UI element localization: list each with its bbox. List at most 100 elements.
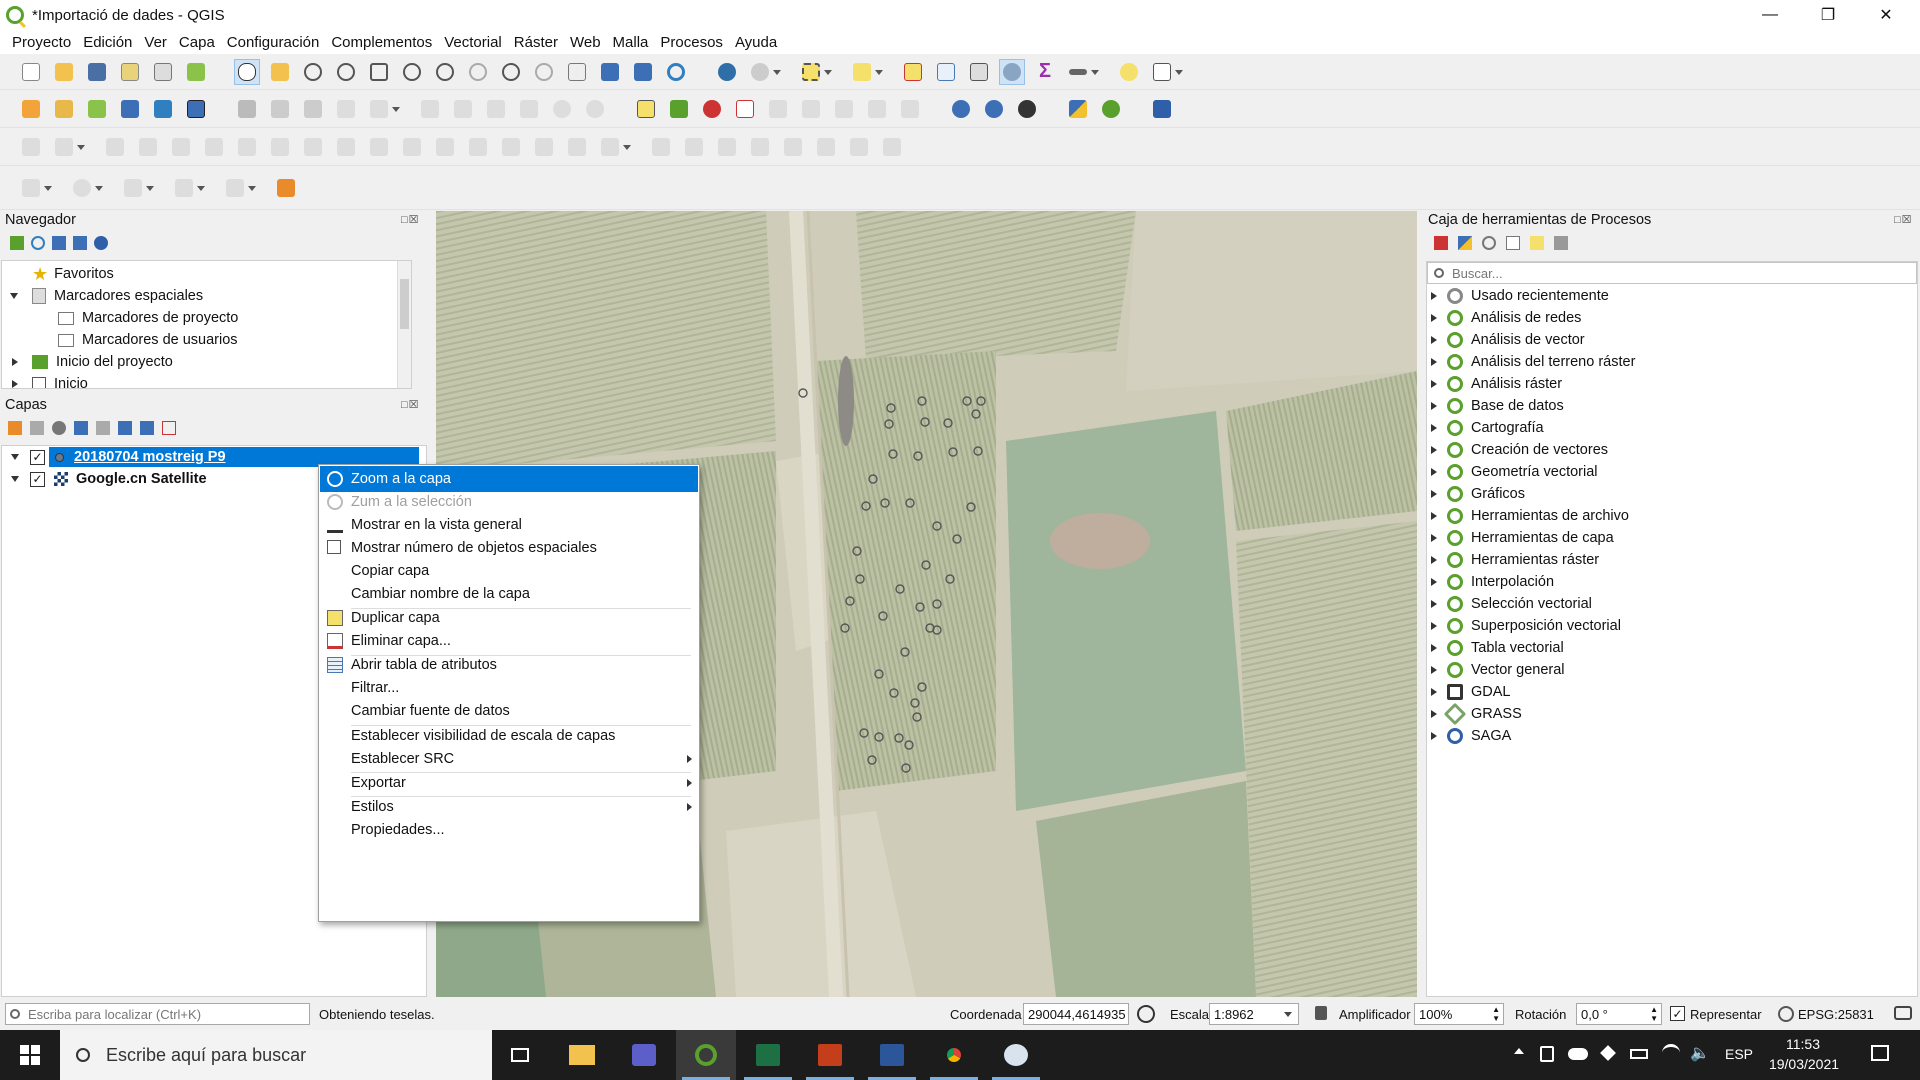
expand-arrow-icon[interactable] [1431,644,1437,652]
digitize-icon-18[interactable] [597,134,631,160]
proc-item[interactable]: Análisis de redes [1431,307,1581,329]
proc-item-gdal[interactable]: GDAL [1431,681,1511,703]
digitize-icon-17[interactable] [564,134,590,160]
navigator-dock-buttons[interactable]: □☒ [401,213,420,226]
menu-vectorial[interactable]: Vectorial [438,34,508,51]
tree-item-user-bookmarks[interactable]: Marcadores de usuarios [58,329,238,351]
coordinate-field[interactable]: 290044,4614935 [1023,1003,1129,1025]
menu-item-export[interactable]: Exportar [320,770,698,796]
add-feature-icon[interactable] [333,96,359,122]
attribute-table-icon[interactable] [933,59,959,85]
crs-label[interactable]: EPSG:25831 [1798,1007,1874,1022]
help-icon[interactable] [1149,96,1175,122]
text-annotation-icon[interactable] [1149,59,1183,85]
tree-item-spatial-bookmarks[interactable]: Marcadores espaciales [10,285,203,307]
qgis-taskbar-icon[interactable] [676,1030,736,1080]
add-vector-icon[interactable] [84,96,110,122]
excel-icon[interactable] [738,1030,798,1080]
filter-expression-icon[interactable] [96,421,110,435]
label-properties-icon[interactable] [897,96,923,122]
digitize-icon-22[interactable] [747,134,773,160]
clock-time[interactable]: 11:53 [1772,1036,1834,1052]
save-edits-icon[interactable] [300,96,326,122]
visibility-icon[interactable] [52,421,66,435]
locator-search-input[interactable]: Escriba para localizar (Ctrl+K) [5,1003,310,1025]
digitize-icon-21[interactable] [714,134,740,160]
tree-item-favorites[interactable]: ★ Favoritos [32,263,114,285]
restore-button[interactable]: ❐ [1800,0,1856,30]
save-project-icon[interactable] [84,59,110,85]
proc-item[interactable]: Cartografía [1431,417,1544,439]
style-panel-icon[interactable] [8,421,22,435]
crs-globe-icon[interactable] [1778,1006,1794,1022]
zoom-last-icon[interactable] [498,59,524,85]
delete-selected-icon[interactable] [417,96,443,122]
select-features-icon[interactable] [798,59,832,85]
rotation-spinbox[interactable]: 0,0 ° ▲ ▼ [1576,1003,1662,1025]
processing-toolbox-icon[interactable] [999,58,1025,85]
menu-procesos[interactable]: Procesos [654,34,729,51]
expand-arrow-icon[interactable] [1431,336,1437,344]
processing-search-input[interactable]: Buscar... [1427,262,1917,284]
proc-item[interactable]: Análisis de vector [1431,329,1585,351]
refresh-icon[interactable] [663,59,689,85]
taskbar-search-input[interactable]: Escribe aquí para buscar [60,1030,492,1080]
redo-icon[interactable] [582,96,608,122]
digitize-icon-3[interactable] [102,134,128,160]
digitize-icon-19[interactable] [648,134,674,160]
expand-arrow-icon[interactable] [1431,292,1437,300]
measure-icon[interactable] [1065,59,1099,85]
proc-item[interactable]: Gráficos [1431,483,1525,505]
copy-features-icon[interactable] [483,96,509,122]
mouse-coordinate-toggle-icon[interactable] [1137,1005,1155,1023]
menu-item-set-crs[interactable]: Establecer SRC [320,746,698,772]
teams-icon[interactable] [614,1030,674,1080]
expand-arrow-icon[interactable] [1431,688,1437,696]
add-virtual-layer-icon[interactable] [183,96,209,122]
expand-arrow-icon[interactable] [11,476,19,482]
shape-tool-icon-5[interactable] [222,175,256,201]
menu-item-change-data-source[interactable]: Cambiar fuente de datos [320,698,698,724]
actions-icon[interactable] [747,59,781,85]
onedrive-icon[interactable] [1568,1048,1588,1060]
models-icon[interactable] [1434,236,1448,250]
dropbox-icon[interactable] [1600,1045,1616,1061]
digitize-icon-13[interactable] [432,134,458,160]
file-explorer-icon[interactable] [552,1030,612,1080]
proc-item[interactable]: Creación de vectores [1431,439,1608,461]
expand-all-icon[interactable] [118,421,132,435]
proc-item[interactable]: Superposición vectorial [1431,615,1621,637]
task-view-icon[interactable] [490,1030,550,1080]
digitize-icon-25[interactable] [846,134,872,160]
change-label-icon[interactable] [831,96,857,122]
scripts-icon[interactable] [1458,236,1472,250]
shape-tool-icon-4[interactable] [171,175,205,201]
digitize-icon-20[interactable] [681,134,707,160]
expand-arrow-icon[interactable] [12,358,18,366]
data-source-manager-icon[interactable] [18,96,44,122]
start-button[interactable] [0,1030,60,1080]
metasearch-icon[interactable] [948,96,974,122]
results-viewer-icon[interactable] [1506,236,1520,250]
plugin-tool-icon[interactable] [273,175,299,201]
undo-icon[interactable] [549,96,575,122]
add-group-icon[interactable] [30,421,44,435]
proc-item[interactable]: Selección vectorial [1431,593,1592,615]
proc-item[interactable]: Herramientas de archivo [1431,505,1629,527]
proc-item-recent[interactable]: Usado recientemente [1431,285,1609,307]
style-manager-icon[interactable] [183,59,209,85]
expand-arrow-icon[interactable] [1431,578,1437,586]
expand-arrow-icon[interactable] [1431,556,1437,564]
add-mesh-icon[interactable] [150,96,176,122]
show-hidden-icons-icon[interactable] [1514,1048,1524,1054]
close-button[interactable]: ✕ [1858,0,1914,30]
info-icon[interactable] [94,236,108,250]
menu-raster[interactable]: Ráster [508,34,564,51]
expand-arrow-icon[interactable] [1431,534,1437,542]
menu-item-remove-layer[interactable]: Eliminar capa... [320,628,698,654]
digitize-icon-15[interactable] [498,134,524,160]
proc-item[interactable]: Análisis ráster [1431,373,1562,395]
expand-arrow-icon[interactable] [1431,402,1437,410]
proc-item[interactable]: Interpolación [1431,571,1554,593]
proc-item[interactable]: Base de datos [1431,395,1564,417]
